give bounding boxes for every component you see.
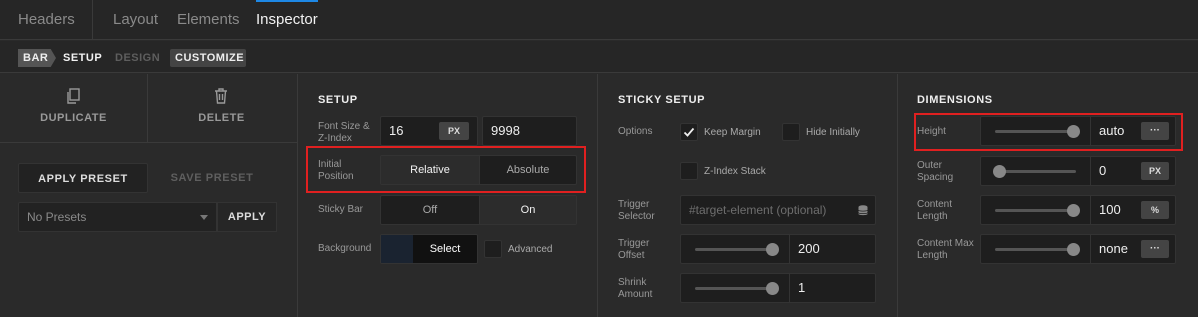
slider-thumb[interactable] (993, 165, 1006, 178)
trigger-offset-label: Trigger Offset (618, 238, 650, 261)
duplicate-label: DUPLICATE (40, 112, 107, 124)
content-max-options-button[interactable]: ··· (1141, 240, 1169, 258)
outer-spacing-label: Outer Spacing (917, 160, 954, 183)
slider-thumb[interactable] (1067, 204, 1080, 217)
tab-layout[interactable]: Layout (113, 0, 158, 40)
duplicate-icon (67, 88, 80, 104)
content-length-label: Content Length (917, 199, 953, 222)
outer-spacing-value: 0 (1099, 163, 1107, 178)
slider-track (995, 170, 1076, 173)
breadcrumb-design[interactable]: DESIGN (115, 49, 160, 67)
trash-icon (215, 88, 227, 104)
shrink-amount-input[interactable]: 1 (790, 273, 876, 303)
keep-margin-label: Keep Margin (704, 127, 761, 138)
slider-thumb[interactable] (766, 243, 779, 256)
apply-button[interactable]: APPLY (217, 202, 277, 232)
dimensions-title: DIMENSIONS (917, 94, 993, 106)
trigger-offset-input[interactable]: 200 (790, 234, 876, 264)
slider-thumb[interactable] (766, 282, 779, 295)
font-size-unit-button[interactable]: PX (439, 122, 469, 140)
options-label: Options (618, 126, 653, 137)
trigger-selector-placeholder: #target-element (optional) (689, 203, 827, 217)
hide-initially-checkbox[interactable] (782, 123, 800, 141)
shrink-amount-slider[interactable] (680, 273, 790, 303)
advanced-label: Advanced (508, 244, 553, 255)
background-label: Background (318, 243, 372, 254)
slider-track (995, 248, 1076, 251)
delete-label: DELETE (198, 112, 245, 124)
outer-spacing-slider[interactable] (980, 156, 1091, 186)
font-size-value: 16 (389, 123, 404, 138)
sticky-panel: STICKY SETUP Options Keep Margin Hide In… (598, 74, 897, 317)
tab-headers[interactable]: Headers (18, 0, 75, 40)
trigger-selector-input[interactable]: #target-element (optional) (680, 195, 876, 225)
content-max-length-value: none (1099, 241, 1128, 256)
tab-elements[interactable]: Elements (177, 0, 240, 40)
presets-select[interactable]: No Presets (18, 202, 217, 232)
sticky-on[interactable]: On (480, 196, 576, 224)
slider-thumb[interactable] (1067, 243, 1080, 256)
highlight-height (914, 113, 1183, 151)
setup-title: SETUP (318, 94, 358, 106)
content-max-length-label: Content Max Length (917, 238, 974, 261)
hide-initially-label: Hide Initially (806, 127, 860, 138)
z-index-input[interactable]: 9998 (482, 116, 577, 146)
content-max-length-slider[interactable] (980, 234, 1091, 264)
slider-track (695, 287, 775, 290)
setup-panel: SETUP Font Size & Z-Index 16 PX 9998 Ini… (298, 74, 597, 317)
breadcrumb-customize[interactable]: CUSTOMIZE (170, 49, 246, 67)
dimensions-panel: DIMENSIONS Height auto ··· Outer Spacing… (898, 74, 1198, 317)
background-select-button[interactable]: Select (413, 235, 477, 263)
z-index-stack-checkbox[interactable] (680, 162, 698, 180)
slider-track (695, 248, 775, 251)
breadcrumb-bar[interactable]: BAR (18, 49, 56, 67)
breadcrumb-setup[interactable]: SETUP (63, 49, 102, 67)
z-index-value: 9998 (491, 123, 520, 138)
sticky-bar-label: Sticky Bar (318, 204, 364, 215)
sticky-off[interactable]: Off (381, 196, 479, 224)
chevron-down-icon (200, 215, 208, 220)
shrink-amount-label: Shrink Amount (618, 277, 653, 300)
sticky-bar-toggle: Off On (380, 195, 577, 225)
highlight-initial-position (306, 146, 586, 193)
trigger-offset-slider[interactable] (680, 234, 790, 264)
tab-divider (92, 0, 93, 40)
trigger-selector-label: Trigger Selector (618, 199, 655, 222)
duplicate-button[interactable]: DUPLICATE (0, 74, 147, 142)
content-length-slider[interactable] (980, 195, 1091, 225)
content-length-unit-button[interactable]: % (1141, 201, 1169, 219)
shrink-amount-value: 1 (798, 280, 806, 295)
content-length-value: 100 (1099, 202, 1121, 217)
presets-select-value: No Presets (27, 210, 87, 224)
keep-margin-checkbox[interactable] (680, 123, 698, 141)
outer-spacing-unit-button[interactable]: PX (1141, 162, 1169, 180)
background-swatch (381, 235, 413, 263)
background-picker[interactable]: Select (380, 234, 478, 264)
font-size-label: Font Size & Z-Index (318, 121, 370, 144)
delete-button[interactable]: DELETE (148, 74, 295, 142)
save-preset-button[interactable]: SAVE PRESET (165, 163, 259, 193)
database-icon (858, 205, 868, 216)
breadcrumb: BAR SETUP DESIGN CUSTOMIZE (0, 41, 1198, 73)
actions-panel: DUPLICATE DELETE APPLY PRESET SAVE PRESE… (0, 74, 297, 317)
top-tab-bar: Headers Layout Elements Inspector (0, 0, 1198, 40)
divider (0, 142, 297, 143)
trigger-offset-value: 200 (798, 241, 820, 256)
slider-track (995, 209, 1076, 212)
advanced-checkbox[interactable] (484, 240, 502, 258)
checkmark-icon (683, 127, 695, 137)
sticky-title: STICKY SETUP (618, 94, 706, 106)
z-index-stack-label: Z-Index Stack (704, 166, 766, 177)
apply-preset-button[interactable]: APPLY PRESET (18, 163, 148, 193)
tab-inspector[interactable]: Inspector (256, 0, 318, 40)
